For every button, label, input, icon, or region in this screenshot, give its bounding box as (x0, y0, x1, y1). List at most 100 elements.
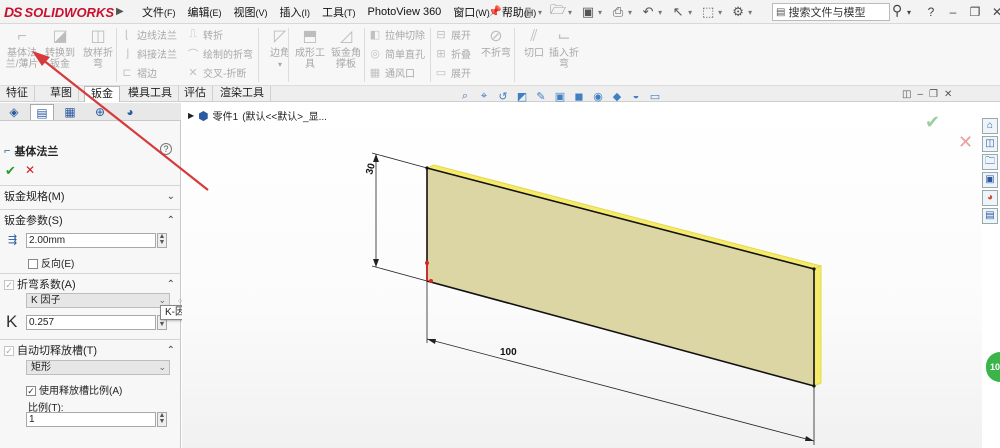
display-style-icon[interactable]: ◼ (572, 90, 586, 103)
zoom-to-area-icon[interactable]: ⌖ (477, 90, 491, 103)
chevron-down-icon[interactable]: ⌄ (167, 191, 175, 202)
cancel-x-icon[interactable]: ✕ (25, 163, 35, 177)
lofted-bend-button[interactable]: ◫ 放样折弯 (80, 26, 116, 84)
edge-flange-button[interactable]: ⌊ 边线法兰 (120, 27, 177, 42)
home-icon[interactable]: ⌂ (982, 118, 998, 134)
help-icon[interactable]: ? (160, 143, 172, 155)
tab-evaluate[interactable]: 评估 (178, 86, 213, 102)
view-palette-icon[interactable]: ▣ (982, 172, 998, 188)
assistant-tab-icon[interactable]: 10 (986, 352, 1000, 382)
gauge-section-header[interactable]: 钣金规格(M) ⌄ (0, 186, 181, 206)
forming-tool-button[interactable]: ⬒ 成形工具 (292, 26, 328, 84)
chevron-up-icon[interactable]: ⌃ (167, 279, 175, 290)
relief-type-select[interactable]: 矩形 ⌄ (26, 360, 170, 375)
tab-mold-tools[interactable]: 模具工具 (122, 86, 179, 102)
part-model[interactable]: 30 100 (182, 103, 982, 448)
vent-button[interactable]: ▦ 通风口 (368, 65, 425, 80)
chevron-up-icon[interactable]: ⌃ (167, 215, 175, 226)
tile-window-icon[interactable]: ◫ (902, 89, 911, 103)
menu-photoview[interactable]: PhotoView 360 (362, 6, 448, 18)
ratio-spinner[interactable]: ▲ ▼ (157, 412, 167, 427)
minimize-icon[interactable]: – (944, 3, 962, 21)
open-folder-icon[interactable]: 🗁 (548, 2, 568, 21)
hem-button[interactable]: ⊏ 褶边 (120, 65, 177, 80)
design-library-icon[interactable]: ◫ (982, 136, 998, 152)
bend-allowance-checkbox[interactable]: ✓ (4, 280, 14, 291)
thickness-field[interactable]: 2.00mm (26, 233, 156, 248)
sketched-bend-button[interactable]: ⌒ 绘制的折弯 (186, 46, 254, 62)
view-orientation-icon[interactable]: ▣ (553, 90, 567, 103)
length-dimension-value[interactable]: 100 (500, 347, 517, 358)
zoom-to-fit-icon[interactable]: ⌕ (458, 90, 472, 103)
tab-features[interactable]: 特征 (0, 86, 35, 102)
undo-icon[interactable]: ↶ (638, 3, 658, 21)
dimxpert-tab-icon[interactable]: ⊕ (88, 104, 112, 120)
undo-dropdown-icon[interactable]: ▾ (658, 8, 662, 17)
new-dropdown-icon[interactable]: ▾ (538, 8, 542, 17)
reverse-direction-checkbox[interactable]: 反向(E) (28, 255, 74, 270)
tab-sheet-metal[interactable]: 钣金 (84, 86, 120, 102)
k-factor-field[interactable]: 0.257 (26, 315, 156, 330)
hide-show-items-icon[interactable]: ◉ (591, 90, 605, 103)
menu-file[interactable]: 文件(F) (136, 4, 182, 20)
property-manager-tab-icon[interactable]: ▤ (30, 104, 54, 120)
extruded-cut-button[interactable]: ◧ 拉伸切除 (368, 27, 425, 42)
insert-bends-button[interactable]: ⌙ 插入折弯 (546, 26, 582, 84)
flatten-button[interactable]: ▭ 展开 (434, 65, 471, 80)
use-relief-ratio-checkbox[interactable]: ✓ 使用释放槽比例(A) (26, 382, 122, 397)
auto-relief-header[interactable]: ✓ 自动切释放槽(T) ⌃ (0, 340, 181, 360)
doc-restore-icon[interactable]: ❐ (929, 89, 938, 103)
save-icon[interactable]: ▣ (578, 3, 598, 21)
bend-allowance-header[interactable]: ✓ 折弯系数(A) ⌃ (0, 274, 181, 294)
miter-flange-button[interactable]: ⌋ 斜接法兰 (120, 46, 177, 61)
custom-properties-icon[interactable]: ▤ (982, 208, 998, 224)
rebuild-icon[interactable]: ⬚ (698, 3, 718, 21)
dynamic-annotation-icon[interactable]: ✎ (534, 90, 548, 103)
previous-view-icon[interactable]: ↺ (496, 90, 510, 103)
feature-manager-tab-icon[interactable]: ◈ (2, 104, 26, 120)
tab-sketch[interactable]: 草图 (44, 86, 79, 102)
view-settings-icon[interactable]: ▭ (648, 90, 662, 103)
select-dropdown-icon[interactable]: ▾ (688, 8, 692, 17)
print-icon[interactable]: ⎙ (608, 3, 628, 21)
auto-relief-checkbox[interactable]: ✓ (4, 346, 14, 357)
print-dropdown-icon[interactable]: ▾ (628, 8, 632, 17)
ok-checkmark-icon[interactable]: ✔ (5, 163, 16, 179)
logo-flyout-arrow-icon[interactable]: ▶ (116, 6, 124, 17)
rebuild-dropdown-icon[interactable]: ▾ (718, 8, 722, 17)
solidworks-logo[interactable]: DS SOLIDWORKS (4, 3, 114, 21)
file-explorer-icon[interactable]: 🗀 (982, 154, 998, 170)
flange-face[interactable] (426, 166, 815, 388)
menu-view[interactable]: 视图(V) (228, 4, 274, 20)
pin-menu-icon[interactable]: 📌 (488, 5, 502, 18)
close-icon[interactable]: ✕ (988, 3, 1000, 21)
menu-tools[interactable]: 工具(T) (316, 4, 362, 20)
chevron-up-icon[interactable]: ⌃ (167, 345, 175, 356)
search-input[interactable]: 搜索文件与模型 (788, 4, 865, 20)
use-ratio-checkbox-box[interactable]: ✓ (26, 386, 36, 397)
new-document-icon[interactable]: ▯ (518, 3, 538, 21)
options-dropdown-icon[interactable]: ▾ (748, 8, 752, 17)
tab-render-tools[interactable]: 渲染工具 (214, 86, 271, 102)
select-cursor-icon[interactable]: ↖ (668, 3, 688, 21)
search-dropdown-icon[interactable]: ▾ (900, 3, 918, 21)
open-dropdown-icon[interactable]: ▾ (568, 8, 572, 17)
options-gear-icon[interactable]: ⚙ (728, 3, 748, 21)
base-flange-button[interactable]: ⌐ 基体法兰/薄片 (4, 26, 40, 84)
simple-hole-button[interactable]: ◎ 简单直孔 (368, 46, 425, 61)
bend-allowance-type-select[interactable]: K 因子 ⌄ (26, 293, 170, 308)
doc-minimize-icon[interactable]: – (917, 89, 923, 103)
edit-appearance-icon[interactable]: ◆ (610, 90, 624, 103)
unfold-button[interactable]: ⊟ 展开 (434, 27, 471, 42)
section-view-icon[interactable]: ◩ (515, 90, 529, 103)
params-section-header[interactable]: 钣金参数(S) ⌃ (0, 210, 181, 230)
no-bends-button[interactable]: ⊘ 不折弯 (478, 26, 514, 84)
search-box[interactable]: ▤ 搜索文件与模型 (772, 3, 890, 21)
thickness-spinner[interactable]: ▲ ▼ (157, 233, 167, 248)
menu-edit[interactable]: 编辑(E) (182, 4, 228, 20)
ratio-field[interactable]: 1 (26, 412, 156, 427)
reverse-checkbox-box[interactable] (28, 259, 38, 270)
cross-break-button[interactable]: ✕ 交叉-折断 (186, 65, 253, 80)
restore-icon[interactable]: ❐ (966, 3, 984, 21)
display-manager-tab-icon[interactable]: ◕ (118, 104, 142, 120)
